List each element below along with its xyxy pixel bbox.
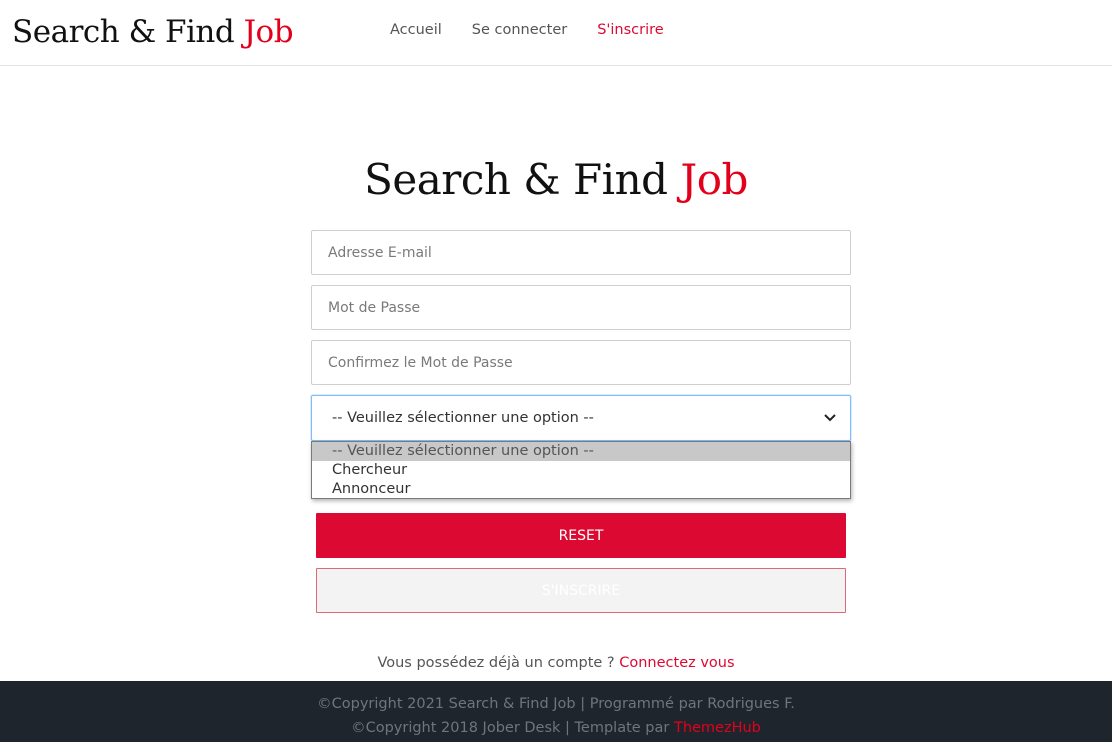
page-title-main: Search & Find [364,155,668,204]
nav-login-link[interactable]: Se connecter [472,22,567,38]
confirm-password-field[interactable] [328,354,834,371]
footer-copyright-1: ©Copyright 2021 Search & Find Job | Prog… [317,696,795,712]
page-title: Search & Find Job [0,155,1112,204]
account-type-dropdown: -- Veuillez sélectionner une option -- C… [311,441,851,499]
main-nav: Accueil Se connecter S'inscrire [390,22,664,38]
chevron-down-icon [824,412,836,424]
footer: ©Copyright 2021 Search & Find Job | Prog… [0,681,1112,742]
password-field-wrapper [311,285,851,330]
top-header: Search & Find Job Accueil Se connecter S… [0,0,1112,66]
option-annonceur[interactable]: Annonceur [312,480,850,499]
footer-copyright-2: ©Copyright 2018 Jober Desk | Template pa… [0,720,1112,736]
account-type-select[interactable]: -- Veuillez sélectionner une option -- [311,395,851,441]
footer-copyright-2-text: ©Copyright 2018 Jober Desk | Template pa… [351,720,674,736]
site-logo[interactable]: Search & Find Job [12,14,294,50]
email-field[interactable] [328,244,834,261]
confirm-password-field-wrapper [311,340,851,385]
login-link[interactable]: Connectez vous [619,655,734,671]
reset-button[interactable]: RESET [316,513,846,558]
login-prompt: Vous possédez déjà un compte ? Connectez… [0,655,1112,671]
email-field-wrapper [311,230,851,275]
select-current-value: -- Veuillez sélectionner une option -- [332,410,594,426]
nav-home-link[interactable]: Accueil [390,22,442,38]
page-title-accent: Job [680,155,748,204]
password-field[interactable] [328,299,834,316]
option-chercheur[interactable]: Chercheur [312,461,850,480]
login-prompt-text: Vous possédez déjà un compte ? [377,655,620,671]
nav-signup-link[interactable]: S'inscrire [597,22,664,38]
footer-themezhub-link[interactable]: ThemezHub [674,720,761,736]
signup-button[interactable]: S'INSCRIRE [316,568,846,613]
logo-text: Search & Find [12,14,235,50]
option-placeholder[interactable]: -- Veuillez sélectionner une option -- [312,442,850,461]
logo-accent-text: Job [243,14,294,50]
